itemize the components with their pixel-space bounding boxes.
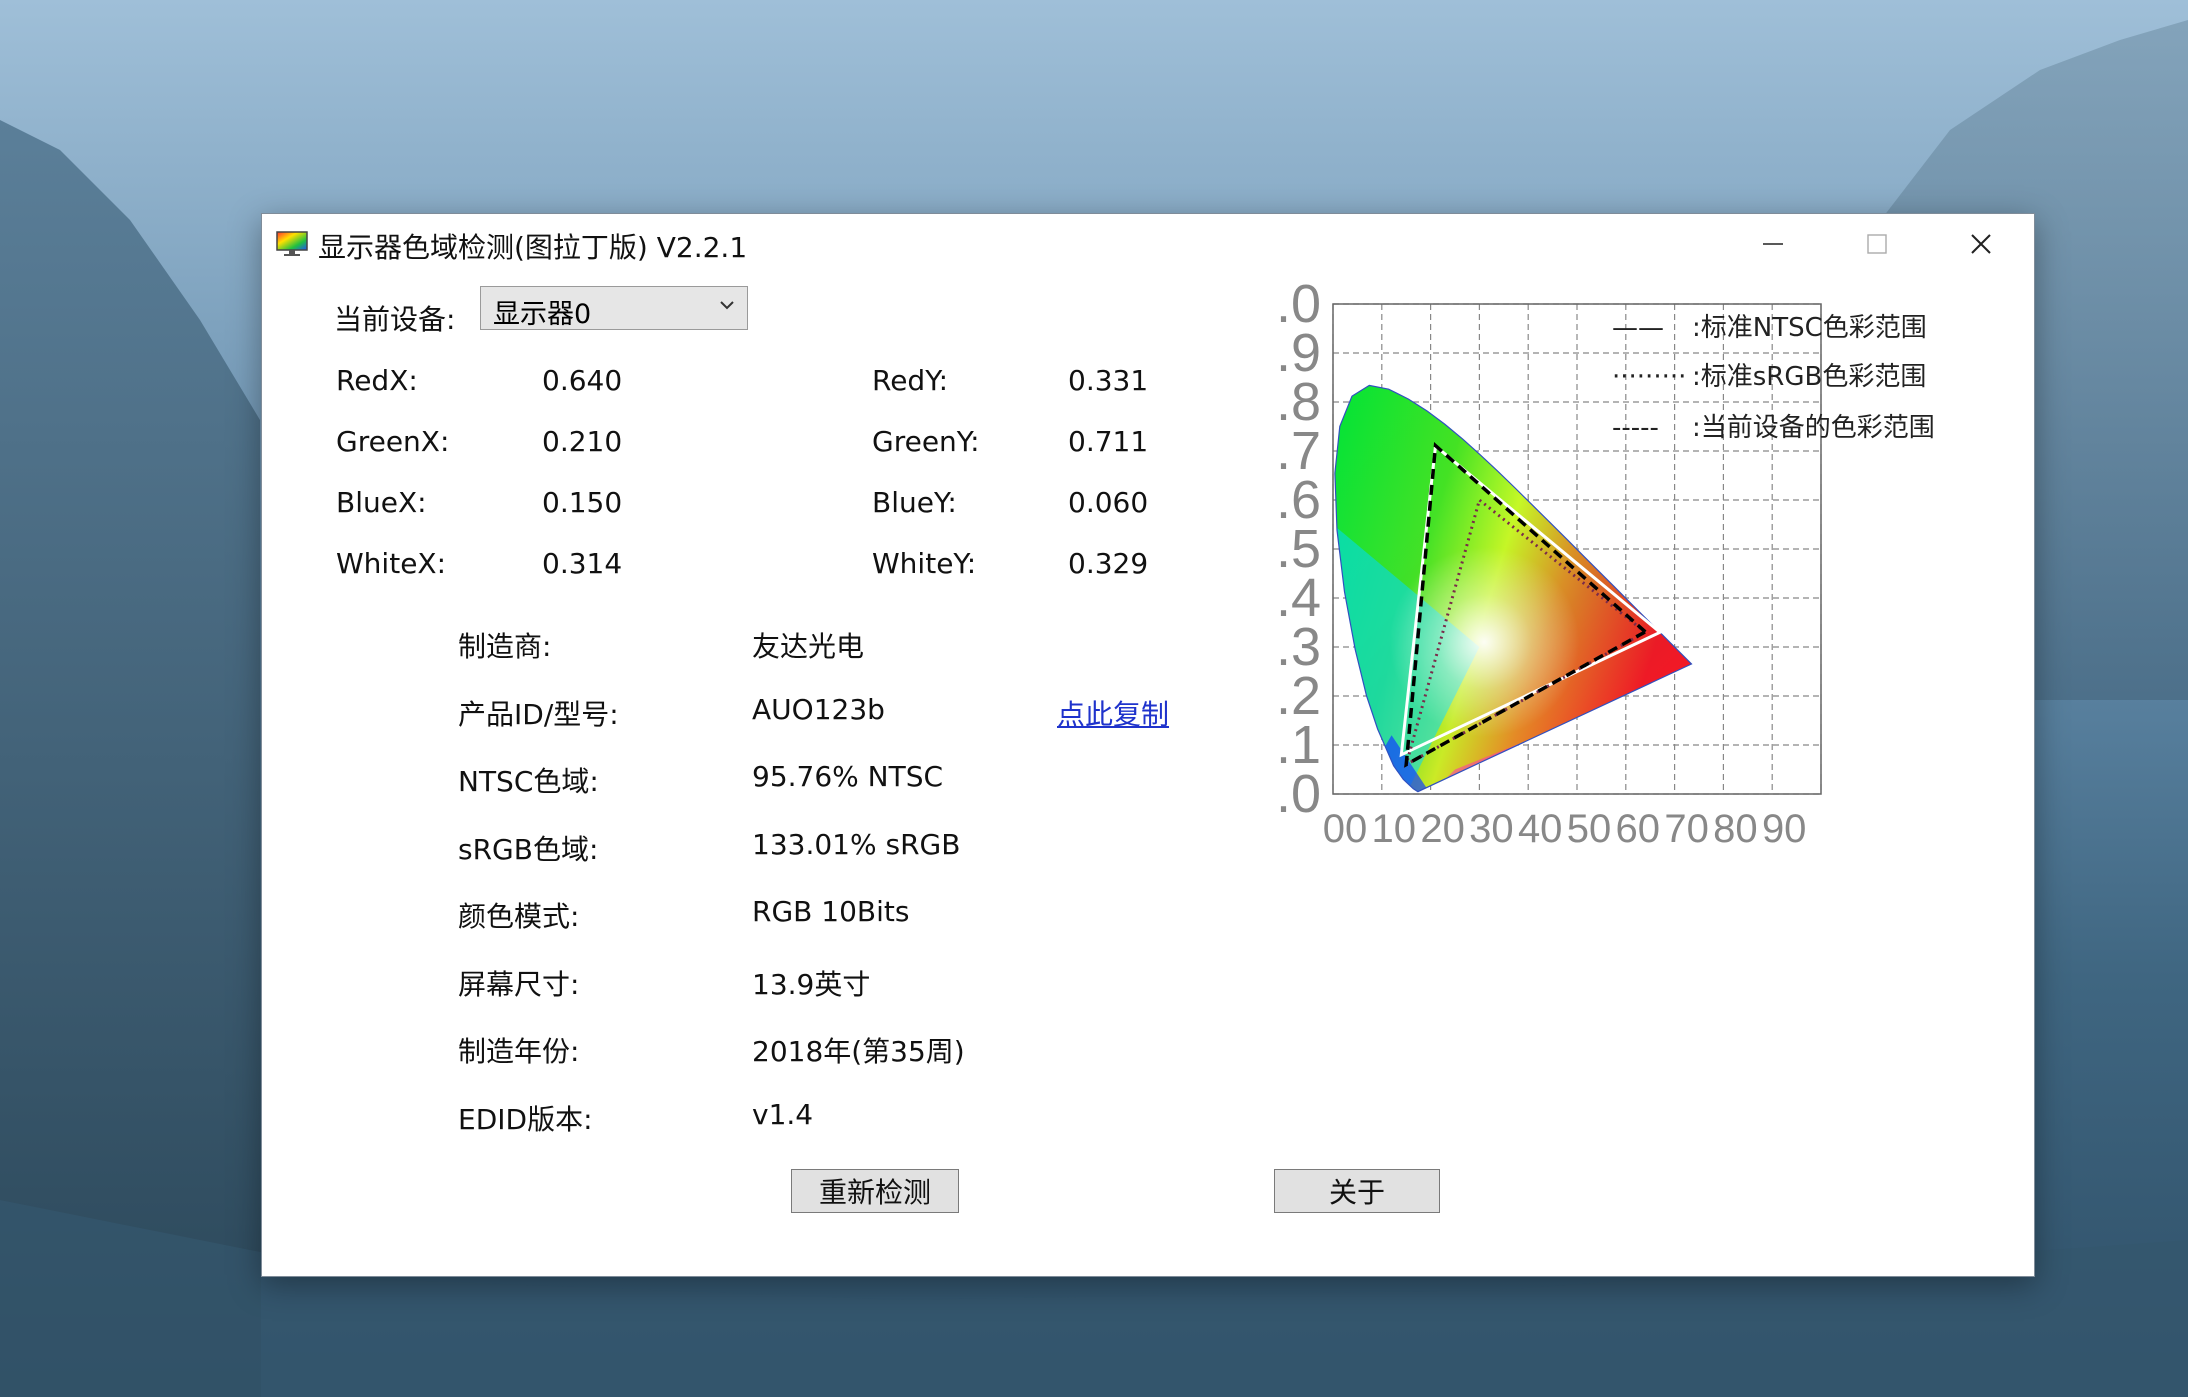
minimize-button[interactable] [1721,214,1825,274]
x-tick-label: 30 [1469,807,1514,851]
close-button[interactable] [1929,214,2033,274]
manufacturer-value: 友达光电 [752,630,865,663]
main-window: 显示器色域检测(图拉丁版) V2.2.1 当前设备: 显示器0 RedX: 0.… [261,213,2035,1277]
x-tick-label: 10 [1372,807,1417,851]
x-tick-label: 50 [1567,807,1612,851]
legend-symbol: ········· [1612,362,1686,392]
x-tick-label: 70 [1664,807,1709,851]
legend-symbol: ----- [1612,413,1659,443]
green-y-label: GreenY: [872,425,980,458]
white-y-label: WhiteY: [872,547,977,580]
x-tick-label: 90 [1762,807,1807,851]
chart-legend: —— :标准NTSC色彩范围·········:标准sRGB色彩范围 ----- :当… [1612,313,1935,443]
legend-symbol: —— [1612,313,1664,343]
device-select-value: 显示器0 [493,299,592,330]
ntsc-gamut-label: NTSC色域: [458,765,599,798]
red-x-value: 0.640 [542,364,623,397]
manufacture-year-label: 制造年份: [458,1035,580,1068]
copy-link[interactable]: 点此复制 [1057,693,1169,733]
white-x-label: WhiteX: [336,547,447,580]
window-title: 显示器色域检测(图拉丁版) V2.2.1 [318,231,748,264]
title-bar[interactable]: 显示器色域检测(图拉丁版) V2.2.1 [262,214,2034,274]
x-tick-label: 60 [1616,807,1661,851]
x-tick-label: 20 [1420,807,1465,851]
close-icon [1971,234,1991,254]
monitor-app-icon [276,231,308,256]
product-id-value: AUO123b [752,693,885,726]
chromaticity-chart: .0.9.8.7.6.5.4.3.2.1.000 10 20 30 40 50 60 70 80… [1276,284,1935,851]
redetect-button[interactable]: 重新检测 [791,1169,959,1213]
white-y-value: 0.329 [1068,547,1149,580]
edid-version-label: EDID版本: [458,1103,593,1136]
maximize-icon [1867,234,1887,254]
green-y-value: 0.711 [1068,425,1149,458]
green-x-label: GreenX: [336,425,450,458]
srgb-gamut-value: 133.01% sRGB [752,828,961,861]
chevron-down-icon [720,301,734,310]
x-tick-label: 40 [1518,807,1563,851]
legend-text: :标准NTSC色彩范围 [1692,313,1927,343]
red-x-label: RedX: [336,364,418,397]
green-x-value: 0.210 [542,425,623,458]
srgb-gamut-label: sRGB色域: [458,833,599,866]
device-select[interactable]: 显示器0 [480,286,748,330]
blue-y-value: 0.060 [1068,486,1149,519]
minimize-icon [1763,243,1783,245]
manufacturer-label: 制造商: [458,630,552,663]
y-tick-label: .0 [1276,764,1321,824]
x-tick-label: 80 [1713,807,1758,851]
product-id-label: 产品ID/型号: [458,698,619,731]
screen-size-value: 13.9英寸 [752,968,871,1001]
screen-size-label: 屏幕尺寸: [458,968,580,1001]
legend-text: :标准sRGB色彩范围 [1692,362,1926,392]
color-mode-label: 颜色模式: [458,900,580,933]
ntsc-gamut-value: 95.76% NTSC [752,760,944,793]
device-label: 当前设备: [334,303,456,336]
red-y-label: RedY: [872,364,949,397]
blue-y-label: BlueY: [872,486,957,519]
legend-text: :当前设备的色彩范围 [1692,413,1935,443]
x-tick-label: 00 [1323,807,1368,851]
edid-version-value: v1.4 [752,1098,814,1131]
white-x-value: 0.314 [542,547,623,580]
color-mode-value: RGB 10Bits [752,895,910,928]
white-point-glow [1389,547,1580,738]
manufacture-year-value: 2018年(第35周) [752,1035,965,1068]
blue-x-value: 0.150 [542,486,623,519]
red-y-value: 0.331 [1068,364,1149,397]
maximize-button[interactable] [1825,214,1929,274]
blue-x-label: BlueX: [336,486,427,519]
